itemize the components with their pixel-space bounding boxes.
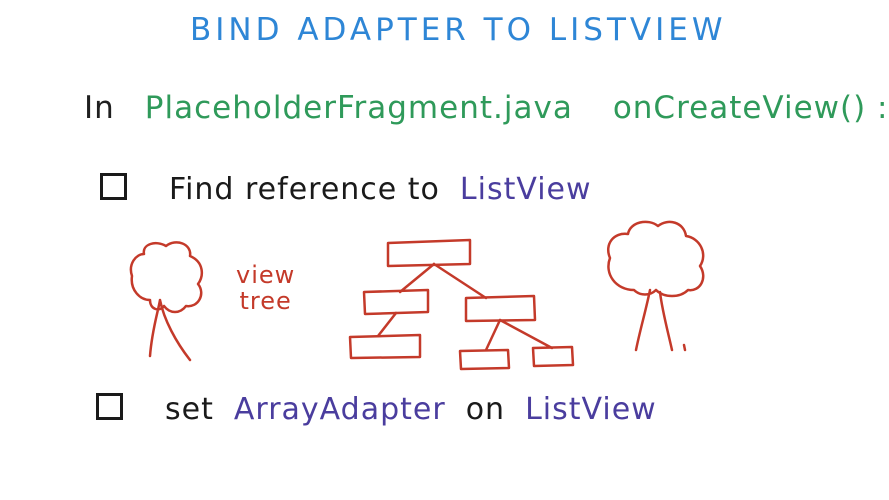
view-tree-diagram xyxy=(129,220,705,371)
tree-nodes xyxy=(348,238,575,371)
tree-node-left xyxy=(362,288,430,316)
right-tree-icon xyxy=(607,220,705,352)
edge-right-child-1 xyxy=(484,318,502,352)
tree-node-right-child-1 xyxy=(458,348,511,371)
tree-node-left-child xyxy=(348,333,422,360)
edge-left-child xyxy=(376,311,398,338)
tree-node-root xyxy=(386,238,472,268)
edge-root-left xyxy=(398,262,436,294)
edge-root-right xyxy=(432,262,488,300)
left-tree-icon xyxy=(129,241,204,362)
tree-node-right-child-2 xyxy=(531,345,575,368)
edge-right-child-2 xyxy=(498,318,554,350)
tree-node-right xyxy=(464,294,537,323)
